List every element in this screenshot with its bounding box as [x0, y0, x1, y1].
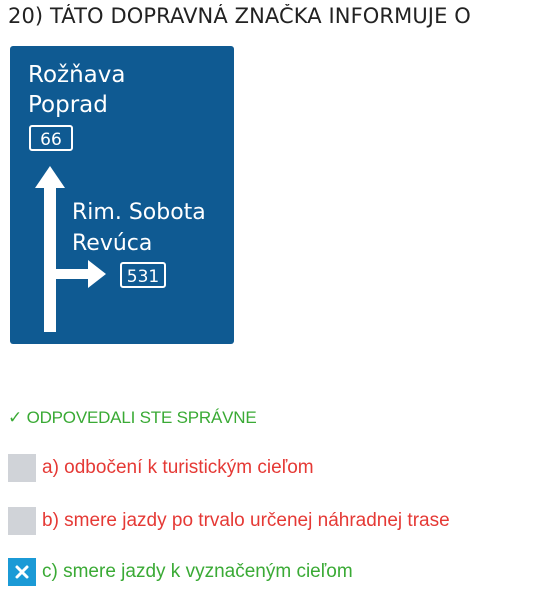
sign-destination-poprad: Poprad [28, 92, 108, 118]
answer-b-label: b) smere jazdy po trvalo určenej náhradn… [42, 510, 450, 531]
sign-destination-rim-sobota: Rim. Sobota [72, 200, 206, 225]
answer-status: ✓ ODPOVEDALI STE SPRÁVNE [8, 408, 257, 427]
answer-b-checkbox[interactable] [8, 507, 36, 535]
sign-destination-revuca: Revúca [72, 231, 152, 256]
arrow-up-shaft [44, 186, 56, 332]
answer-a-checkbox[interactable] [8, 454, 36, 482]
answer-c-label: c) smere jazdy k vyznačeným cieľom [42, 561, 353, 582]
sign-destination-rozniava: Rožňava [28, 62, 125, 88]
answer-a-label: a) odbočení k turistickým cieľom [42, 457, 314, 478]
answer-option-b[interactable]: b) smere jazdy po trvalo určenej náhradn… [8, 506, 450, 536]
answer-option-c[interactable]: c) smere jazdy k vyznačeným cieľom [8, 557, 353, 587]
close-x-icon [15, 565, 29, 579]
answer-option-a[interactable]: a) odbočení k turistickým cieľom [8, 453, 314, 483]
sign-background [10, 46, 234, 344]
route-531-label: 531 [127, 267, 159, 287]
traffic-sign-image: Rožňava Poprad 66 Rim. Sobota Revúca 531 [10, 46, 234, 344]
question-title: 20) TÁTO DOPRAVNÁ ZNAČKA INFORMUJE O [8, 4, 471, 28]
route-66-label: 66 [40, 130, 62, 150]
direction-sign: Rožňava Poprad 66 Rim. Sobota Revúca 531 [10, 46, 234, 344]
answer-c-checkbox[interactable] [8, 558, 36, 586]
